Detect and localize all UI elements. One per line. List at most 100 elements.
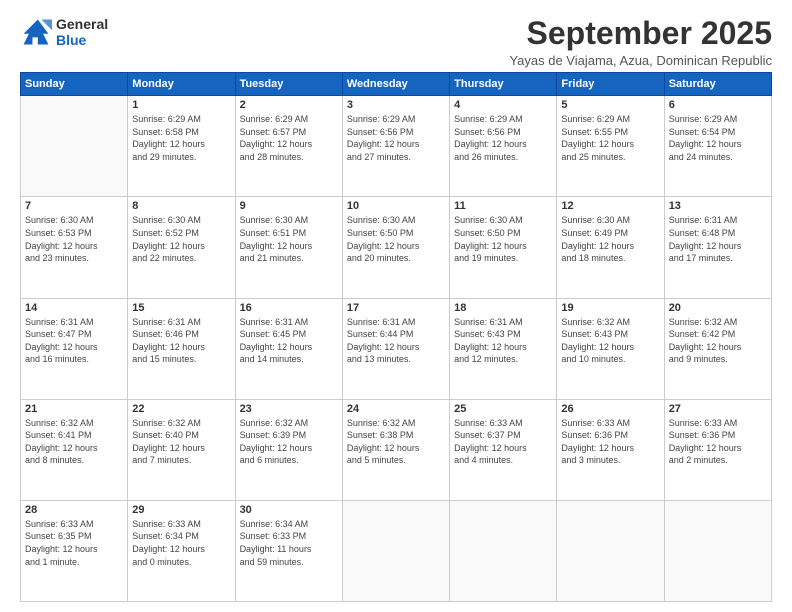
calendar-week-0: 1 Sunrise: 6:29 AMSunset: 6:58 PMDaylight… (21, 96, 772, 197)
calendar-cell: 21 Sunrise: 6:32 AMSunset: 6:41 PMDayligh… (21, 399, 128, 500)
calendar-header-wednesday: Wednesday (342, 73, 449, 96)
day-detail: Sunrise: 6:32 AMSunset: 6:43 PMDaylight:… (561, 316, 659, 366)
calendar-cell: 27Sunrise: 6:33 AMSunset: 6:36 PMDayligh… (664, 399, 771, 500)
day-number: 21 (25, 403, 123, 415)
day-detail: Sunrise: 6:29 AMSunset: 6:56 PMDaylight:… (454, 113, 552, 163)
day-detail: Sunrise: 6:33 AMSunset: 6:34 PMDaylight:… (132, 518, 230, 568)
day-detail: Sunrise: 6:33 AMSunset: 6:36 PMDaylight:… (561, 417, 659, 467)
calendar-cell: 17 Sunrise: 6:31 AMSunset: 6:44 PMDayligh… (342, 298, 449, 399)
calendar-cell: 10Sunrise: 6:30 AMSunset: 6:50 PMDayligh… (342, 197, 449, 298)
calendar-week-1: 7 Sunrise: 6:30 AMSunset: 6:53 PMDaylight… (21, 197, 772, 298)
day-number: 26 (561, 403, 659, 415)
day-detail: Sunrise: 6:29 AMSunset: 6:58 PMDaylight:… (132, 113, 230, 163)
day-detail: Sunrise: 6:33 AMSunset: 6:36 PMDaylight:… (669, 417, 767, 467)
calendar-cell: 18 Sunrise: 6:31 AMSunset: 6:43 PMDayligh… (450, 298, 557, 399)
day-detail: Sunrise: 6:31 AMSunset: 6:47 PMDaylight:… (25, 316, 123, 366)
day-number: 13 (669, 200, 767, 212)
day-number: 1 (132, 99, 230, 111)
calendar-cell: 4 Sunrise: 6:29 AMSunset: 6:56 PMDaylight… (450, 96, 557, 197)
calendar-cell: 6 Sunrise: 6:29 AMSunset: 6:54 PMDaylight… (664, 96, 771, 197)
calendar-cell: 30 Sunrise: 6:34 AMSunset: 6:33 PMDayligh… (235, 500, 342, 601)
calendar-cell: 23Sunrise: 6:32 AMSunset: 6:39 PMDayligh… (235, 399, 342, 500)
logo-text: General Blue (56, 16, 108, 48)
day-number: 24 (347, 403, 445, 415)
calendar-cell: 26 Sunrise: 6:33 AMSunset: 6:36 PMDayligh… (557, 399, 664, 500)
day-number: 4 (454, 99, 552, 111)
day-number: 9 (240, 200, 338, 212)
day-number: 3 (347, 99, 445, 111)
calendar-header-thursday: Thursday (450, 73, 557, 96)
day-number: 2 (240, 99, 338, 111)
day-detail: Sunrise: 6:31 AMSunset: 6:45 PMDaylight:… (240, 316, 338, 366)
header: General Blue September 2025 Yayas de Via… (20, 16, 772, 68)
day-number: 20 (669, 302, 767, 314)
day-detail: Sunrise: 6:32 AMSunset: 6:40 PMDaylight:… (132, 417, 230, 467)
calendar-cell (21, 96, 128, 197)
day-detail: Sunrise: 6:32 AMSunset: 6:39 PMDaylight:… (240, 417, 338, 467)
calendar-cell: 20Sunrise: 6:32 AMSunset: 6:42 PMDayligh… (664, 298, 771, 399)
calendar-cell: 16Sunrise: 6:31 AMSunset: 6:45 PMDayligh… (235, 298, 342, 399)
logo-line1: General (56, 16, 108, 32)
day-detail: Sunrise: 6:29 AMSunset: 6:55 PMDaylight:… (561, 113, 659, 163)
day-number: 29 (132, 504, 230, 516)
calendar-cell (557, 500, 664, 601)
calendar-week-3: 21 Sunrise: 6:32 AMSunset: 6:41 PMDayligh… (21, 399, 772, 500)
logo: General Blue (20, 16, 108, 48)
day-detail: Sunrise: 6:31 AMSunset: 6:46 PMDaylight:… (132, 316, 230, 366)
day-detail: Sunrise: 6:33 AMSunset: 6:35 PMDaylight:… (25, 518, 123, 568)
calendar-cell: 11 Sunrise: 6:30 AMSunset: 6:50 PMDayligh… (450, 197, 557, 298)
day-detail: Sunrise: 6:29 AMSunset: 6:57 PMDaylight:… (240, 113, 338, 163)
day-number: 17 (347, 302, 445, 314)
month-title: September 2025 (509, 16, 772, 51)
day-detail: Sunrise: 6:30 AMSunset: 6:49 PMDaylight:… (561, 214, 659, 264)
calendar-cell (664, 500, 771, 601)
day-number: 15 (132, 302, 230, 314)
day-detail: Sunrise: 6:33 AMSunset: 6:37 PMDaylight:… (454, 417, 552, 467)
calendar-cell (450, 500, 557, 601)
calendar-header-saturday: Saturday (664, 73, 771, 96)
day-number: 22 (132, 403, 230, 415)
day-number: 7 (25, 200, 123, 212)
calendar-week-2: 14 Sunrise: 6:31 AMSunset: 6:47 PMDayligh… (21, 298, 772, 399)
day-number: 18 (454, 302, 552, 314)
calendar-cell: 8Sunrise: 6:30 AMSunset: 6:52 PMDaylight… (128, 197, 235, 298)
day-number: 8 (132, 200, 230, 212)
calendar-cell: 14 Sunrise: 6:31 AMSunset: 6:47 PMDayligh… (21, 298, 128, 399)
calendar-cell: 28 Sunrise: 6:33 AMSunset: 6:35 PMDayligh… (21, 500, 128, 601)
calendar-header-monday: Monday (128, 73, 235, 96)
calendar-header-sunday: Sunday (21, 73, 128, 96)
day-detail: Sunrise: 6:31 AMSunset: 6:43 PMDaylight:… (454, 316, 552, 366)
day-detail: Sunrise: 6:30 AMSunset: 6:50 PMDaylight:… (454, 214, 552, 264)
day-detail: Sunrise: 6:29 AMSunset: 6:54 PMDaylight:… (669, 113, 767, 163)
day-number: 30 (240, 504, 338, 516)
page: General Blue September 2025 Yayas de Via… (0, 0, 792, 612)
calendar-cell: 19 Sunrise: 6:32 AMSunset: 6:43 PMDayligh… (557, 298, 664, 399)
day-detail: Sunrise: 6:30 AMSunset: 6:53 PMDaylight:… (25, 214, 123, 264)
day-number: 5 (561, 99, 659, 111)
day-number: 19 (561, 302, 659, 314)
day-number: 11 (454, 200, 552, 212)
calendar-cell: 2 Sunrise: 6:29 AMSunset: 6:57 PMDaylight… (235, 96, 342, 197)
calendar-cell (342, 500, 449, 601)
calendar-cell: 9Sunrise: 6:30 AMSunset: 6:51 PMDaylight… (235, 197, 342, 298)
title-block: September 2025 Yayas de Viajama, Azua, D… (509, 16, 772, 68)
calendar-cell: 25Sunrise: 6:33 AMSunset: 6:37 PMDayligh… (450, 399, 557, 500)
day-number: 28 (25, 504, 123, 516)
day-detail: Sunrise: 6:31 AMSunset: 6:44 PMDaylight:… (347, 316, 445, 366)
calendar-header-tuesday: Tuesday (235, 73, 342, 96)
day-detail: Sunrise: 6:31 AMSunset: 6:48 PMDaylight:… (669, 214, 767, 264)
day-number: 6 (669, 99, 767, 111)
day-number: 14 (25, 302, 123, 314)
calendar-cell: 5 Sunrise: 6:29 AMSunset: 6:55 PMDaylight… (557, 96, 664, 197)
day-detail: Sunrise: 6:32 AMSunset: 6:38 PMDaylight:… (347, 417, 445, 467)
calendar-header-row: SundayMondayTuesdayWednesdayThursdayFrid… (21, 73, 772, 96)
calendar-table: SundayMondayTuesdayWednesdayThursdayFrid… (20, 72, 772, 602)
day-detail: Sunrise: 6:34 AMSunset: 6:33 PMDaylight:… (240, 518, 338, 568)
calendar-cell: 7 Sunrise: 6:30 AMSunset: 6:53 PMDaylight… (21, 197, 128, 298)
day-detail: Sunrise: 6:32 AMSunset: 6:41 PMDaylight:… (25, 417, 123, 467)
subtitle: Yayas de Viajama, Azua, Dominican Republ… (509, 53, 772, 68)
calendar-cell: 15 Sunrise: 6:31 AMSunset: 6:46 PMDayligh… (128, 298, 235, 399)
calendar-cell: 24 Sunrise: 6:32 AMSunset: 6:38 PMDayligh… (342, 399, 449, 500)
day-detail: Sunrise: 6:30 AMSunset: 6:50 PMDaylight:… (347, 214, 445, 264)
calendar-cell: 29 Sunrise: 6:33 AMSunset: 6:34 PMDayligh… (128, 500, 235, 601)
